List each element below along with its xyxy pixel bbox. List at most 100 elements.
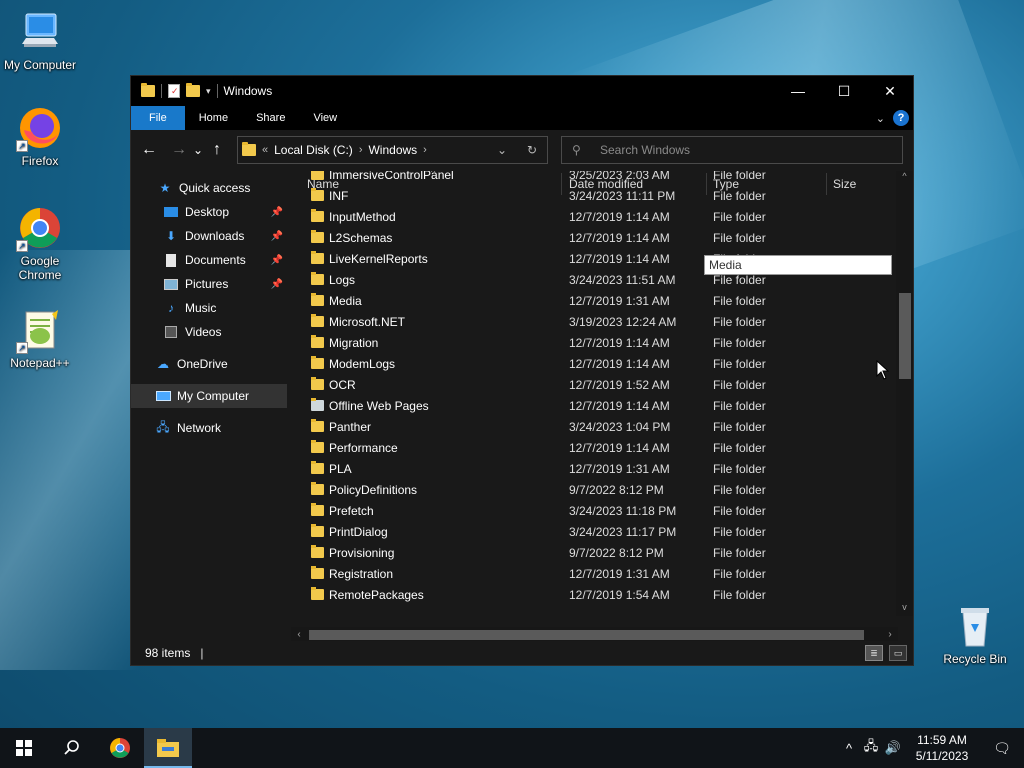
scroll-up-icon[interactable]: ^ bbox=[896, 171, 913, 185]
new-folder-icon[interactable] bbox=[186, 83, 200, 97]
folder-icon bbox=[242, 142, 256, 156]
pin-icon[interactable]: 📌 bbox=[271, 207, 283, 218]
tab-file[interactable]: File bbox=[131, 106, 185, 130]
nav-pictures[interactable]: Pictures 📌 bbox=[131, 272, 289, 296]
nav-desktop[interactable]: Desktop 📌 bbox=[131, 200, 289, 224]
breadcrumb-local-disk[interactable]: Local Disk (C:) bbox=[274, 143, 353, 157]
file-date: 9/7/2022 8:12 PM bbox=[569, 482, 664, 497]
file-name: Performance bbox=[329, 440, 398, 455]
table-row[interactable]: PrintDialog 3/24/2023 11:17 PM File folder bbox=[291, 521, 901, 542]
file-name: L2Schemas bbox=[329, 230, 393, 245]
tab-home[interactable]: Home bbox=[185, 106, 242, 130]
status-bar: 98 items | ≣ ▭ bbox=[131, 641, 913, 665]
table-row[interactable]: PLA 12/7/2019 1:31 AM File folder bbox=[291, 458, 901, 479]
file-date: 12/7/2019 1:14 AM bbox=[569, 209, 670, 224]
pin-icon[interactable]: 📌 bbox=[271, 279, 283, 290]
table-row[interactable]: ModemLogs 12/7/2019 1:14 AM File folder bbox=[291, 353, 901, 374]
expand-ribbon-icon[interactable]: ⌄ bbox=[876, 112, 885, 125]
desktop-icon-notepadpp[interactable]: ↗ Notepad++ bbox=[0, 306, 80, 370]
nav-videos[interactable]: Videos bbox=[131, 320, 289, 344]
nav-quick-access[interactable]: ★ Quick access bbox=[131, 176, 289, 200]
minimize-button[interactable]: — bbox=[775, 76, 821, 106]
table-row[interactable]: L2Schemas 12/7/2019 1:14 AM File folder bbox=[291, 227, 901, 248]
properties-icon[interactable]: ✓ bbox=[168, 84, 180, 98]
close-button[interactable]: ✕ bbox=[867, 76, 913, 106]
clock[interactable]: 11:59 AM 5/11/2023 bbox=[904, 732, 980, 764]
star-icon: ★ bbox=[159, 181, 171, 195]
notifications-icon[interactable]: 🗨 bbox=[980, 740, 1024, 757]
pin-icon[interactable]: 📌 bbox=[271, 255, 283, 266]
network-tray-icon[interactable]: 🖧 bbox=[860, 737, 882, 759]
help-icon[interactable]: ? bbox=[893, 110, 909, 126]
chevron-right-icon[interactable]: › bbox=[423, 144, 427, 156]
horizontal-scroll-thumb[interactable] bbox=[309, 630, 864, 640]
up-button[interactable]: ↑ bbox=[205, 138, 229, 162]
search-box[interactable]: ⚲ Search Windows bbox=[561, 136, 903, 164]
tray-chevron-icon[interactable]: ^ bbox=[838, 741, 860, 756]
table-row[interactable]: Microsoft.NET 3/19/2023 12:24 AM File fold… bbox=[291, 311, 901, 332]
scroll-down-icon[interactable]: v bbox=[896, 602, 913, 616]
table-row[interactable]: Panther 3/24/2023 1:04 PM File folder bbox=[291, 416, 901, 437]
desktop-icon bbox=[163, 205, 179, 219]
breadcrumb-windows[interactable]: Windows bbox=[368, 143, 417, 157]
table-row[interactable]: INF 3/24/2023 11:11 PM File folder bbox=[291, 185, 901, 206]
nav-network[interactable]: 🖧 Network bbox=[131, 416, 289, 440]
folder-icon bbox=[311, 356, 324, 369]
tab-view[interactable]: View bbox=[299, 106, 351, 130]
vertical-scroll-thumb[interactable] bbox=[899, 293, 911, 379]
desktop-icon-my-computer[interactable]: My Computer bbox=[0, 8, 80, 72]
table-row[interactable]: Performance 12/7/2019 1:14 AM File folder bbox=[291, 437, 901, 458]
table-row[interactable]: InputMethod 12/7/2019 1:14 AM File folder bbox=[291, 206, 901, 227]
large-icons-view-icon[interactable]: ▭ bbox=[889, 645, 907, 661]
table-row[interactable]: OCR 12/7/2019 1:52 AM File folder bbox=[291, 374, 901, 395]
back-button[interactable]: ← bbox=[137, 138, 161, 162]
table-row[interactable]: Migration 12/7/2019 1:14 AM File folder bbox=[291, 332, 901, 353]
forward-button[interactable]: → bbox=[167, 138, 191, 162]
desktop-icon-label: Firefox bbox=[21, 154, 59, 168]
table-row[interactable]: Provisioning 9/7/2022 8:12 PM File folder bbox=[291, 542, 901, 563]
folder-icon bbox=[311, 293, 324, 306]
table-row[interactable]: Media 12/7/2019 1:31 AM File folder bbox=[291, 290, 901, 311]
address-overflow-icon[interactable]: « bbox=[262, 144, 268, 156]
taskbar-chrome-button[interactable] bbox=[96, 728, 144, 768]
desktop-icon-firefox[interactable]: ↗ Firefox bbox=[0, 104, 80, 168]
taskbar-file-explorer-button[interactable] bbox=[144, 728, 192, 768]
file-date: 12/7/2019 1:54 AM bbox=[569, 587, 670, 602]
volume-icon[interactable]: 🔊 bbox=[882, 740, 904, 756]
nav-music[interactable]: ♪ Music bbox=[131, 296, 289, 320]
nav-label: Network bbox=[177, 421, 222, 435]
table-row[interactable]: Offline Web Pages 12/7/2019 1:14 AM File f… bbox=[291, 395, 901, 416]
tab-share[interactable]: Share bbox=[242, 106, 299, 130]
file-name: ModemLogs bbox=[329, 356, 396, 371]
address-dropdown-icon[interactable]: ⌄ bbox=[487, 143, 517, 157]
folder-icon bbox=[311, 230, 324, 243]
vertical-scrollbar[interactable]: ^ v bbox=[896, 171, 913, 616]
table-row[interactable]: ImmersiveControlPanel 3/25/2023 2:03 AM Fi… bbox=[291, 171, 901, 185]
table-row[interactable]: Registration 12/7/2019 1:31 AM File folder bbox=[291, 563, 901, 584]
address-bar[interactable]: « Local Disk (C:) › Windows › ⌄ ↻ bbox=[237, 136, 548, 164]
table-row[interactable]: RemotePackages 12/7/2019 1:54 AM File fold… bbox=[291, 584, 901, 605]
maximize-button[interactable]: ☐ bbox=[821, 76, 867, 106]
nav-documents[interactable]: Documents 📌 bbox=[131, 248, 289, 272]
chevron-right-icon[interactable]: › bbox=[359, 144, 363, 156]
details-view-icon[interactable]: ≣ bbox=[865, 645, 883, 661]
nav-my-computer[interactable]: My Computer bbox=[131, 384, 287, 408]
taskbar: ^ 🖧 🔊 11:59 AM 5/11/2023 🗨 bbox=[0, 728, 1024, 768]
recent-locations-button[interactable]: ⌄ bbox=[191, 138, 205, 162]
file-name: LiveKernelReports bbox=[329, 251, 428, 266]
desktop-icon-recycle-bin[interactable]: Recycle Bin bbox=[935, 602, 1015, 666]
refresh-icon[interactable]: ↻ bbox=[517, 143, 547, 157]
start-button[interactable] bbox=[0, 728, 48, 768]
nav-downloads[interactable]: ⬇ Downloads 📌 bbox=[131, 224, 289, 248]
pin-icon[interactable]: 📌 bbox=[271, 231, 283, 242]
table-row[interactable]: Prefetch 3/24/2023 11:18 PM File folder bbox=[291, 500, 901, 521]
file-name: RemotePackages bbox=[329, 587, 424, 602]
search-icon: ⚲ bbox=[572, 143, 581, 157]
customize-qa-icon[interactable]: ▾ bbox=[206, 86, 211, 97]
file-date: 9/7/2022 8:12 PM bbox=[569, 545, 664, 560]
file-date: 12/7/2019 1:14 AM bbox=[569, 398, 670, 413]
desktop-icon-chrome[interactable]: ↗ Google Chrome bbox=[0, 204, 80, 282]
table-row[interactable]: PolicyDefinitions 9/7/2022 8:12 PM File fo… bbox=[291, 479, 901, 500]
taskbar-search-button[interactable] bbox=[48, 728, 96, 768]
nav-onedrive[interactable]: ☁ OneDrive bbox=[131, 352, 289, 376]
